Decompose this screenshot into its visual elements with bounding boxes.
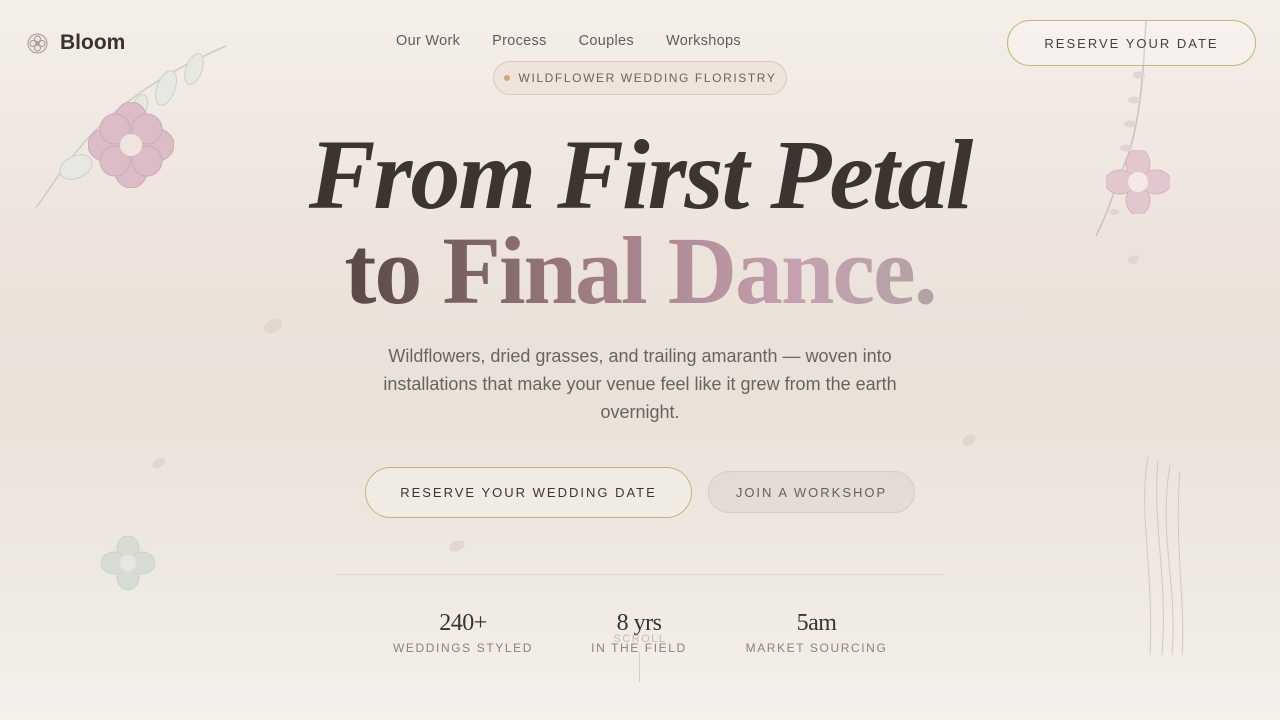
reserve-your-date-button[interactable]: Reserve your date	[1007, 20, 1256, 66]
headline-word-final: Final	[442, 217, 646, 324]
stat-sourcing: 5am Market sourcing	[744, 608, 889, 655]
badge-dot	[503, 75, 510, 81]
hero-subtitle: Wildflowers, dried grasses, and trailing…	[383, 346, 897, 422]
stat-label: Weddings styled	[392, 641, 533, 655]
headline-line-1: From First Petal	[308, 119, 974, 230]
nav-couples[interactable]: Couples	[579, 33, 634, 49]
flower-logo-icon	[27, 33, 48, 53]
stat-label: Market sourcing	[745, 641, 888, 655]
scroll-indicator-label[interactable]: Scroll	[600, 633, 680, 645]
reserve-wedding-date-button[interactable]: Reserve your wedding date	[365, 467, 692, 518]
nav-process[interactable]: Process	[492, 33, 546, 49]
stat-weddings: 240+ Weddings styled	[392, 608, 534, 655]
brand-name: Bloom	[60, 31, 126, 54]
brand[interactable]: Bloom	[27, 31, 125, 55]
headline-word-to: to	[344, 217, 421, 324]
headline-word-dance: Dance.	[667, 217, 936, 324]
stats-divider	[336, 574, 944, 575]
main-nav: Our Work Process Couples Workshops	[396, 33, 741, 49]
nav-our-work[interactable]: Our Work	[396, 33, 460, 49]
stat-value: 240+	[439, 610, 487, 636]
dried-grasses-bottom-right	[1144, 456, 1184, 656]
badge-text: Wildflower wedding floristry	[518, 71, 777, 85]
category-badge: Wildflower wedding floristry	[493, 61, 787, 95]
join-workshop-button[interactable]: Join a workshop	[708, 471, 915, 513]
scroll-indicator-line	[639, 652, 640, 682]
green-flower-bottom-left	[100, 535, 156, 591]
nav-workshops[interactable]: Workshops	[666, 33, 741, 49]
headline-line-2: to Final Dance.	[0, 218, 1280, 324]
stat-value: 5am	[796, 610, 837, 636]
stat-years: 8 yrs In the field	[584, 608, 694, 655]
